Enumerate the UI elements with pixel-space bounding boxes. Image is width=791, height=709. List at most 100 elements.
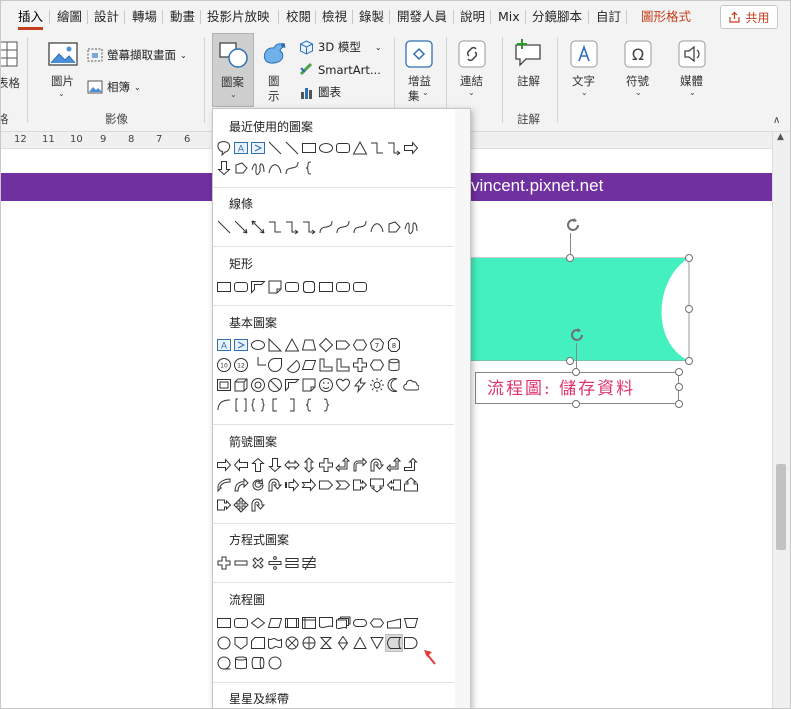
leftup-shape-icon[interactable] xyxy=(386,457,402,473)
tab-draw[interactable]: 繪圖 xyxy=(57,7,82,27)
table-icon[interactable] xyxy=(1,41,19,67)
quad-shape-icon[interactable] xyxy=(233,497,249,513)
rrect-shape-icon[interactable] xyxy=(335,279,351,295)
decision-shape-icon[interactable] xyxy=(250,615,266,631)
lshape-shape-icon[interactable] xyxy=(318,357,334,373)
icons-icon[interactable] xyxy=(260,39,290,69)
num8-shape-icon[interactable]: 8 xyxy=(386,337,402,353)
arc-shape-icon[interactable] xyxy=(369,219,385,235)
curve-shape-icon[interactable] xyxy=(284,160,300,176)
textbox-shape-icon[interactable]: A xyxy=(233,140,249,156)
cube-shape-icon[interactable] xyxy=(233,377,249,393)
rrect-shape-icon[interactable] xyxy=(335,140,351,156)
resize-handle[interactable] xyxy=(566,357,574,365)
cross-shape-icon[interactable] xyxy=(352,357,368,373)
lshape-shape-icon[interactable] xyxy=(335,357,351,373)
no-sym-shape-icon[interactable] xyxy=(267,377,283,393)
smartart-button[interactable]: SmartArt... xyxy=(299,62,381,77)
bracketpair-shape-icon[interactable] xyxy=(233,397,249,413)
manual-shape-icon[interactable] xyxy=(386,615,402,631)
num7-shape-icon[interactable]: 7 xyxy=(369,337,385,353)
brace-shape-icon[interactable] xyxy=(301,160,317,176)
scrollbar-thumb[interactable] xyxy=(776,464,786,550)
tab-help[interactable]: 說明 xyxy=(460,7,485,27)
frame-shape-icon[interactable] xyxy=(216,377,232,393)
pent-shape-icon[interactable] xyxy=(318,477,334,493)
elbow-shape-icon[interactable] xyxy=(267,219,283,235)
share-button[interactable]: 共用 xyxy=(720,5,778,29)
noteq-shape-icon[interactable] xyxy=(301,555,317,571)
dropdown-scrollbar[interactable] xyxy=(455,109,470,708)
ellipse-shape-icon[interactable] xyxy=(318,140,334,156)
elbow-shape-icon[interactable] xyxy=(369,140,385,156)
text-icon[interactable] xyxy=(569,39,599,69)
num10-shape-icon[interactable]: 10 xyxy=(216,357,232,373)
tape-shape-icon[interactable] xyxy=(267,635,283,651)
link-icon[interactable] xyxy=(457,39,487,69)
connector-shape-icon[interactable] xyxy=(216,635,232,651)
vtextbox-shape-icon[interactable] xyxy=(233,337,249,353)
bentup-shape-icon[interactable] xyxy=(403,457,419,473)
tri-shape-icon[interactable] xyxy=(352,140,368,156)
para-shape-icon[interactable] xyxy=(301,357,317,373)
chart-button[interactable]: 圖表 xyxy=(299,84,341,100)
shapes-button[interactable]: 圖案 ⌄ xyxy=(212,33,254,107)
callout-shape-icon[interactable] xyxy=(216,140,232,156)
elbowarr-shape-icon[interactable] xyxy=(284,219,300,235)
3d-model-button[interactable]: 3D 模型 ⌄ xyxy=(299,39,382,55)
uturn-shape-icon[interactable] xyxy=(250,497,266,513)
ellipse-shape-icon[interactable] xyxy=(250,337,266,353)
arr-u-shape-icon[interactable] xyxy=(250,457,266,473)
resize-handle[interactable] xyxy=(572,400,580,408)
callout-r-shape-icon[interactable] xyxy=(352,477,368,493)
resize-handle[interactable] xyxy=(685,357,693,365)
stored-shape-icon[interactable] xyxy=(385,634,403,652)
sumj-shape-icon[interactable] xyxy=(284,635,300,651)
leftup-shape-icon[interactable] xyxy=(335,457,351,473)
arr-d-shape-icon[interactable] xyxy=(267,457,283,473)
collapse-ribbon-icon[interactable]: ∧ xyxy=(773,115,780,126)
line-shape-icon[interactable] xyxy=(216,219,232,235)
internal-shape-icon[interactable] xyxy=(301,615,317,631)
rotate-handle-icon[interactable] xyxy=(567,325,587,345)
cross-shape-icon[interactable] xyxy=(318,457,334,473)
resize-handle[interactable] xyxy=(675,368,683,376)
tab-record[interactable]: 錄製 xyxy=(359,7,384,27)
leftbracket-shape-icon[interactable] xyxy=(267,397,283,413)
callout-l-shape-icon[interactable] xyxy=(386,477,402,493)
tab-animations[interactable]: 動畫 xyxy=(170,7,195,27)
curved-l-shape-icon[interactable] xyxy=(216,477,232,493)
rtri-shape-icon[interactable] xyxy=(267,337,283,353)
hex-shape-icon[interactable] xyxy=(369,357,385,373)
sort-shape-icon[interactable] xyxy=(335,635,351,651)
seqaccess-shape-icon[interactable] xyxy=(216,655,232,671)
scroll-up-icon[interactable]: ▲ xyxy=(777,132,784,142)
curve-shape-icon[interactable] xyxy=(352,219,368,235)
scribble-shape-icon[interactable] xyxy=(250,160,266,176)
pent-shape-icon[interactable] xyxy=(335,337,351,353)
rightbrace-shape-icon[interactable] xyxy=(318,397,334,413)
cylinder-shape-icon[interactable] xyxy=(386,357,402,373)
offpage-shape-icon[interactable] xyxy=(233,635,249,651)
magdisk-shape-icon[interactable] xyxy=(233,655,249,671)
tab-insert[interactable]: 插入 xyxy=(18,7,44,30)
freeform-shape-icon[interactable] xyxy=(233,160,249,176)
prep-shape-icon[interactable] xyxy=(369,615,385,631)
stored-data-shape[interactable] xyxy=(451,257,691,361)
fold-shape-icon[interactable] xyxy=(301,377,317,393)
or-shape-icon[interactable] xyxy=(301,635,317,651)
elbowarr-shape-icon[interactable] xyxy=(301,219,317,235)
curve-shape-icon[interactable] xyxy=(318,219,334,235)
halfcurve-shape-icon[interactable] xyxy=(216,397,232,413)
callout-r-shape-icon[interactable] xyxy=(216,497,232,513)
connector-shape-icon[interactable] xyxy=(267,655,283,671)
bracepair-shape-icon[interactable] xyxy=(250,397,266,413)
screenshot-button[interactable]: 螢幕擷取畫面 ⌄ xyxy=(87,47,187,63)
tear-shape-icon[interactable] xyxy=(267,357,283,373)
directaccess-shape-icon[interactable] xyxy=(250,655,266,671)
tab-developer[interactable]: 開發人員 xyxy=(397,7,447,27)
delay-shape-icon[interactable] xyxy=(403,635,419,651)
callout-u-shape-icon[interactable] xyxy=(403,477,419,493)
heart-shape-icon[interactable] xyxy=(335,377,351,393)
arrowline-shape-icon[interactable] xyxy=(233,219,249,235)
